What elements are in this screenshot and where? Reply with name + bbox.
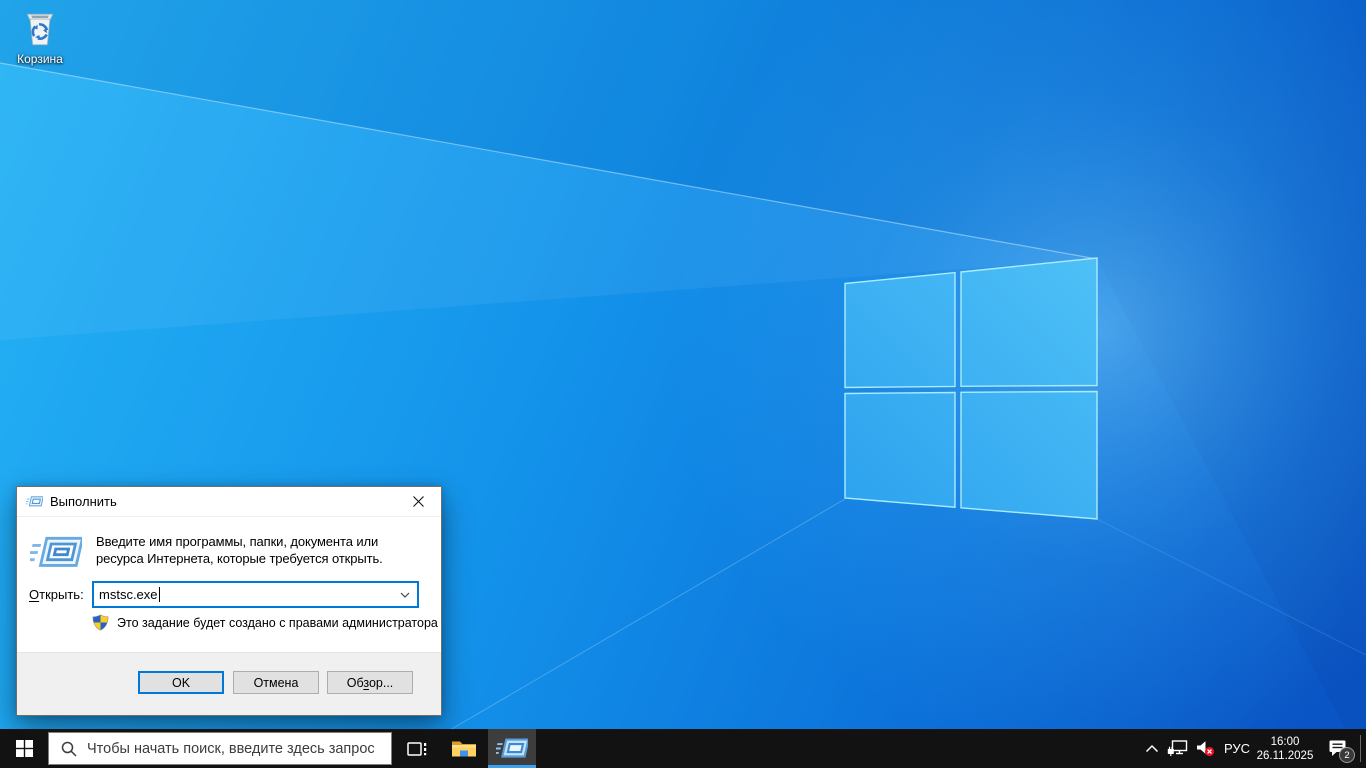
dialog-body: Введите имя программы, папки, документа … — [17, 517, 441, 653]
task-view-icon — [404, 739, 428, 759]
text-caret — [159, 587, 160, 602]
start-button[interactable] — [0, 729, 48, 768]
run-taskbar-icon — [496, 736, 528, 761]
close-icon — [413, 496, 424, 507]
run-icon-large — [30, 534, 82, 574]
tray-time: 16:00 — [1271, 735, 1300, 749]
uac-shield-icon — [92, 614, 109, 631]
desktop-icon-recycle-bin[interactable]: Корзина — [4, 8, 76, 66]
speaker-muted-icon — [1196, 740, 1215, 757]
browse-button[interactable]: Обзор... — [327, 671, 413, 694]
action-center-button[interactable]: 2 — [1318, 729, 1358, 768]
language-indicator[interactable]: РУС — [1219, 729, 1255, 768]
taskbar: РУС 16:00 26.11.2025 2 — [0, 729, 1366, 768]
chevron-up-icon — [1145, 744, 1159, 753]
open-combobox[interactable]: mstsc.exe — [92, 581, 419, 608]
recycle-bin-label: Корзина — [4, 52, 76, 66]
network-tray-icon[interactable] — [1164, 729, 1191, 768]
open-label: Открыть: — [29, 587, 84, 602]
dialog-description: Введите имя программы, папки, документа … — [96, 533, 426, 567]
combobox-dropdown-button[interactable] — [397, 587, 413, 603]
clock[interactable]: 16:00 26.11.2025 — [1253, 729, 1317, 768]
run-dialog: Выполнить Введите имя программы — [16, 486, 442, 716]
notification-badge: 2 — [1339, 747, 1355, 763]
tray-expand-button[interactable] — [1140, 729, 1164, 768]
ethernet-network-icon — [1167, 740, 1188, 757]
volume-tray-icon[interactable] — [1191, 729, 1219, 768]
run-icon — [26, 495, 43, 509]
ok-button[interactable]: OK — [138, 671, 224, 694]
file-explorer-button[interactable] — [440, 729, 488, 768]
recycle-bin-icon — [19, 8, 61, 50]
open-combobox-value[interactable]: mstsc.exe — [99, 587, 158, 602]
close-button[interactable] — [396, 487, 441, 516]
admin-notice-row: Это задание будет создано с правами адми… — [92, 614, 438, 631]
search-icon — [60, 740, 78, 758]
task-view-button[interactable] — [392, 729, 440, 768]
dialog-title: Выполнить — [50, 494, 117, 509]
chevron-down-icon — [400, 592, 410, 598]
dialog-titlebar[interactable]: Выполнить — [17, 487, 441, 517]
taskbar-search-box[interactable] — [48, 732, 392, 765]
desktop: Корзина Выполнить — [0, 0, 1366, 768]
tray-date: 26.11.2025 — [1257, 749, 1314, 763]
admin-notice-text: Это задание будет создано с правами адми… — [117, 616, 438, 630]
search-input[interactable] — [87, 741, 391, 757]
start-icon — [16, 740, 33, 757]
show-desktop-button[interactable] — [1360, 735, 1361, 762]
taskbar-run-app-active[interactable] — [488, 729, 536, 768]
cancel-button[interactable]: Отмена — [233, 671, 319, 694]
file-explorer-icon — [451, 738, 477, 759]
dialog-footer: OK Отмена Обзор... — [17, 652, 441, 715]
